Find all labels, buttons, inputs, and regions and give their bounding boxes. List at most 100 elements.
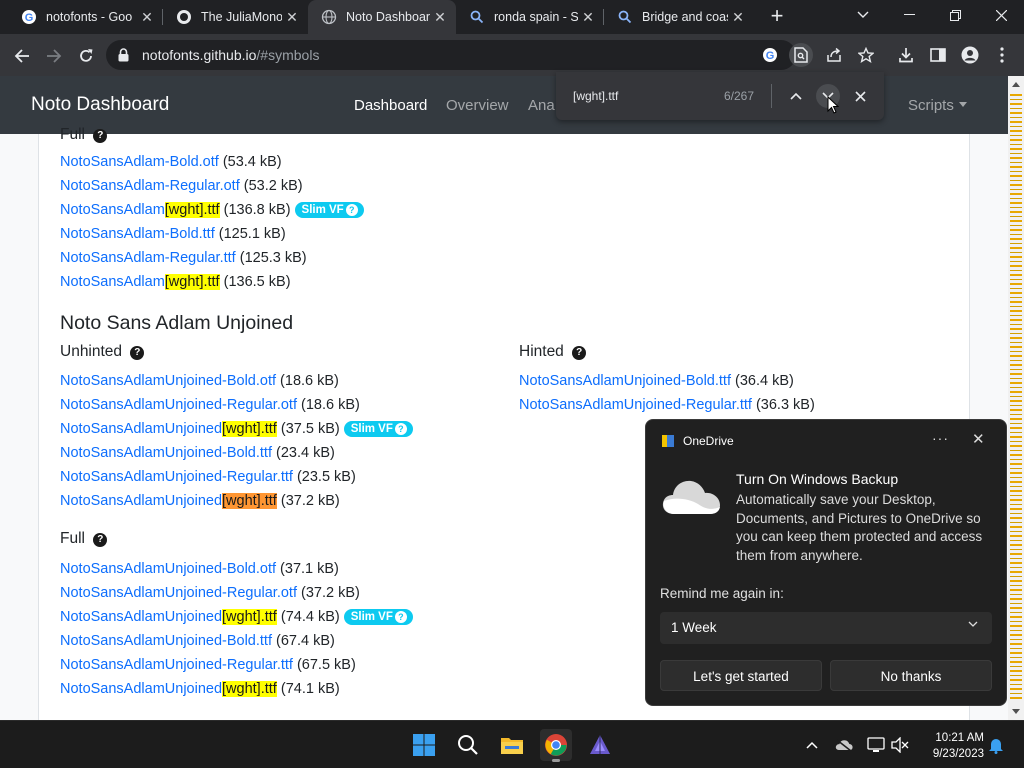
nav-analyses[interactable]: Ana bbox=[528, 97, 555, 114]
file-link[interactable]: NotoSansAdlamUnjoined-Regular.otf bbox=[60, 397, 297, 413]
file-size: (18.6 kB) bbox=[301, 397, 360, 413]
file-link[interactable]: NotoSansAdlamUnjoined-Bold.otf bbox=[60, 561, 276, 577]
slim-vf-badge[interactable]: Slim VF? bbox=[294, 202, 364, 218]
help-icon[interactable]: ? bbox=[572, 346, 587, 360]
start-icon[interactable] bbox=[408, 729, 440, 761]
new-tab-button[interactable]: + bbox=[764, 5, 790, 29]
file-link[interactable]: NotoSansAdlamUnjoined-Bold.otf bbox=[60, 373, 276, 389]
side-panel-icon[interactable] bbox=[926, 43, 950, 67]
search-icon bbox=[469, 9, 485, 25]
file-link[interactable]: NotoSansAdlam-Regular.ttf bbox=[60, 250, 236, 266]
more-options-icon[interactable]: ··· bbox=[932, 430, 949, 446]
close-icon[interactable]: ✕ bbox=[430, 9, 450, 26]
close-icon[interactable]: ✕ bbox=[578, 9, 598, 26]
file-link[interactable]: NotoSansAdlamUnjoined-Regular.ttf bbox=[519, 397, 752, 413]
find-previous-button[interactable] bbox=[784, 84, 808, 108]
search-match-highlight: [wght].ttf bbox=[164, 202, 220, 218]
close-icon[interactable]: ✕ bbox=[728, 9, 748, 26]
restore-button[interactable] bbox=[932, 0, 978, 30]
system-clock[interactable]: 10:21 AM 9/23/2023 bbox=[922, 730, 984, 762]
profile-avatar-icon[interactable] bbox=[958, 43, 982, 67]
download-icon[interactable] bbox=[894, 43, 918, 67]
close-icon[interactable]: ✕ bbox=[137, 9, 157, 26]
close-window-button[interactable] bbox=[978, 0, 1024, 30]
scroll-up-arrow-icon[interactable] bbox=[1012, 82, 1020, 87]
file-link[interactable]: NotoSansAdlamUnjoined[wght].ttf bbox=[60, 421, 277, 437]
google-lens-icon[interactable]: G bbox=[758, 43, 782, 67]
notification-bell-icon[interactable] bbox=[986, 735, 1006, 755]
tab-noto-dashboard[interactable]: Noto Dashboard ✕ bbox=[308, 0, 456, 34]
share-icon[interactable] bbox=[822, 43, 846, 67]
lock-icon[interactable] bbox=[118, 48, 129, 67]
file-link[interactable]: NotoSansAdlamUnjoined-Bold.ttf bbox=[60, 633, 272, 649]
tab-search-chevron-icon[interactable] bbox=[840, 0, 886, 30]
file-link[interactable]: NotoSansAdlam-Bold.otf bbox=[60, 154, 219, 170]
close-icon[interactable]: ✕ bbox=[972, 430, 985, 448]
file-size: (23.5 kB) bbox=[296, 469, 356, 485]
globe-icon bbox=[321, 9, 337, 25]
chrome-icon[interactable] bbox=[540, 729, 572, 762]
back-button[interactable] bbox=[9, 43, 35, 69]
find-in-page-icon[interactable] bbox=[789, 43, 813, 67]
current-search-match-highlight: [wght].ttf bbox=[222, 493, 277, 509]
remind-interval-select[interactable]: 1 Week bbox=[660, 612, 992, 644]
file-link[interactable]: NotoSansAdlamUnjoined-Bold.ttf bbox=[60, 445, 272, 461]
forward-button[interactable] bbox=[41, 43, 67, 69]
file-entry: NotoSansAdlamUnjoined-Regular.otf (37.2 … bbox=[60, 585, 360, 601]
nav-scripts-dropdown[interactable]: Scripts bbox=[908, 97, 967, 114]
volume-muted-icon[interactable] bbox=[890, 735, 910, 755]
file-size: (74.4 kB) bbox=[280, 609, 340, 625]
nav-dashboard[interactable]: Dashboard bbox=[354, 97, 427, 114]
file-size: (37.2 kB) bbox=[280, 493, 340, 509]
file-link[interactable]: NotoSansAdlamUnjoined[wght].ttf bbox=[60, 493, 277, 509]
file-link[interactable]: NotoSansAdlamUnjoined-Regular.otf bbox=[60, 585, 297, 601]
tab-notofonts-google[interactable]: G notofonts - Goo ✕ bbox=[8, 0, 163, 34]
file-link[interactable]: NotoSansAdlam[wght].ttf bbox=[60, 202, 220, 218]
onedrive-tray-icon[interactable] bbox=[834, 735, 854, 755]
tab-bridge-and-coast[interactable]: Bridge and coas ✕ bbox=[604, 0, 754, 34]
nav-overview[interactable]: Overview bbox=[446, 97, 509, 114]
notification-body: Automatically save your Desktop, Documen… bbox=[736, 492, 983, 563]
tab-ronda-spain[interactable]: ronda spain - Se ✕ bbox=[456, 0, 604, 34]
find-match-count: 6/267 bbox=[724, 89, 755, 103]
tab-title: ronda spain - Se bbox=[494, 10, 578, 24]
file-entry: NotoSansAdlamUnjoined[wght].ttf (37.2 kB… bbox=[60, 493, 340, 509]
search-icon[interactable] bbox=[452, 729, 484, 761]
page-scrollbar[interactable] bbox=[1008, 76, 1024, 720]
file-entry: NotoSansAdlamUnjoined-Regular.otf (18.6 … bbox=[60, 397, 360, 413]
file-link[interactable]: NotoSansAdlam-Regular.otf bbox=[60, 178, 240, 194]
lets-get-started-button[interactable]: Let's get started bbox=[660, 660, 822, 691]
close-icon[interactable]: ✕ bbox=[282, 9, 302, 26]
find-input[interactable]: [wght].ttf bbox=[573, 89, 618, 103]
reload-button[interactable] bbox=[73, 43, 99, 69]
scroll-down-arrow-icon[interactable] bbox=[1012, 709, 1020, 714]
tab-strip: G notofonts - Goo ✕ The JuliaMono T ✕ No… bbox=[0, 0, 1024, 34]
minimize-button[interactable] bbox=[886, 0, 932, 30]
file-link[interactable]: NotoSansAdlamUnjoined-Regular.ttf bbox=[60, 657, 293, 673]
file-link[interactable]: NotoSansAdlamUnjoined[wght].ttf bbox=[60, 681, 277, 697]
select-value: 1 Week bbox=[671, 620, 717, 635]
show-hidden-icons-chevron-icon[interactable] bbox=[802, 735, 822, 755]
site-brand[interactable]: Noto Dashboard bbox=[31, 94, 169, 116]
file-link[interactable]: NotoSansAdlamUnjoined[wght].ttf bbox=[60, 609, 277, 625]
julia-app-icon[interactable] bbox=[584, 729, 616, 761]
help-icon[interactable]: ? bbox=[93, 533, 108, 547]
help-icon[interactable]: ? bbox=[93, 129, 108, 143]
slim-vf-badge[interactable]: Slim VF? bbox=[343, 421, 413, 437]
file-link[interactable]: NotoSansAdlam-Bold.ttf bbox=[60, 226, 215, 242]
file-link[interactable]: NotoSansAdlam[wght].ttf bbox=[60, 274, 220, 290]
kebab-menu-icon[interactable] bbox=[990, 43, 1014, 67]
file-link[interactable]: NotoSansAdlamUnjoined-Bold.ttf bbox=[519, 373, 731, 389]
address-bar[interactable]: notofonts.github.io/#symbols bbox=[106, 40, 796, 70]
tab-juliamono[interactable]: The JuliaMono T ✕ bbox=[163, 0, 308, 34]
network-icon[interactable] bbox=[866, 735, 886, 755]
no-thanks-button[interactable]: No thanks bbox=[830, 660, 992, 691]
file-explorer-icon[interactable] bbox=[496, 729, 528, 761]
full-heading: Full ? bbox=[60, 530, 108, 548]
tab-title: Noto Dashboard bbox=[346, 10, 430, 24]
find-close-button[interactable] bbox=[848, 84, 872, 108]
bookmark-star-icon[interactable] bbox=[854, 43, 878, 67]
help-icon[interactable]: ? bbox=[130, 346, 145, 360]
slim-vf-badge[interactable]: Slim VF? bbox=[343, 609, 413, 625]
file-link[interactable]: NotoSansAdlamUnjoined-Regular.ttf bbox=[60, 469, 293, 485]
